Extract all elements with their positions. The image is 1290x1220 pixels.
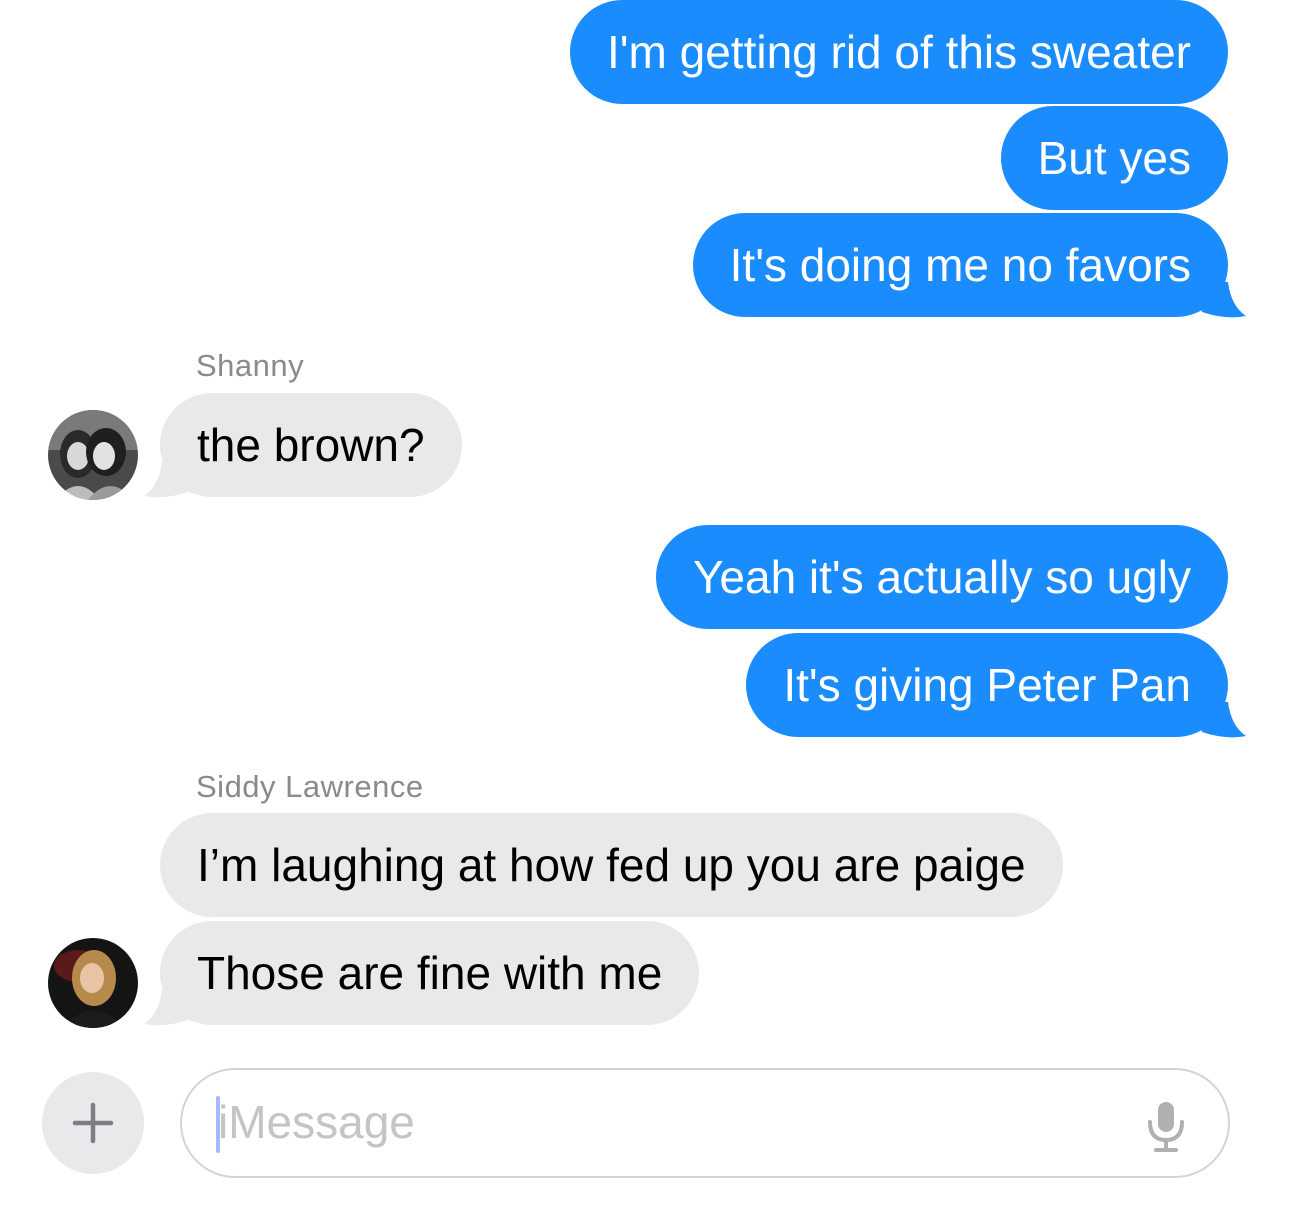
message-input[interactable] [218,1070,1118,1175]
message-bubble-incoming[interactable]: the brown? [160,393,462,497]
sender-name: Siddy Lawrence [196,769,424,804]
sender-name: Shanny [196,348,305,383]
add-attachment-button[interactable] [42,1072,144,1174]
outgoing-bubble-tail [1198,282,1246,318]
message-bubble-incoming[interactable]: Those are fine with me [160,921,700,1025]
message-bubble-outgoing[interactable]: It's giving Peter Pan [746,633,1228,737]
message-bubble-outgoing[interactable]: I'm getting rid of this sweater [569,0,1228,104]
incoming-bubble-tail [144,990,192,1026]
outgoing-bubble-tail [1198,702,1246,738]
incoming-bubble-tail [144,462,192,498]
microphone-icon[interactable] [1146,1100,1186,1152]
message-bubble-outgoing[interactable]: But yes [1000,106,1228,210]
message-bubble-outgoing[interactable]: Yeah it's actually so ugly [655,525,1228,629]
avatar-siddy-lawrence[interactable] [48,938,138,1028]
message-input-container[interactable] [180,1068,1230,1178]
message-bubble-outgoing[interactable]: It's doing me no favors [692,213,1228,317]
message-bubble-incoming[interactable]: I’m laughing at how fed up you are paige [160,813,1063,917]
avatar-shanny[interactable] [48,410,138,500]
plus-icon [72,1102,114,1144]
